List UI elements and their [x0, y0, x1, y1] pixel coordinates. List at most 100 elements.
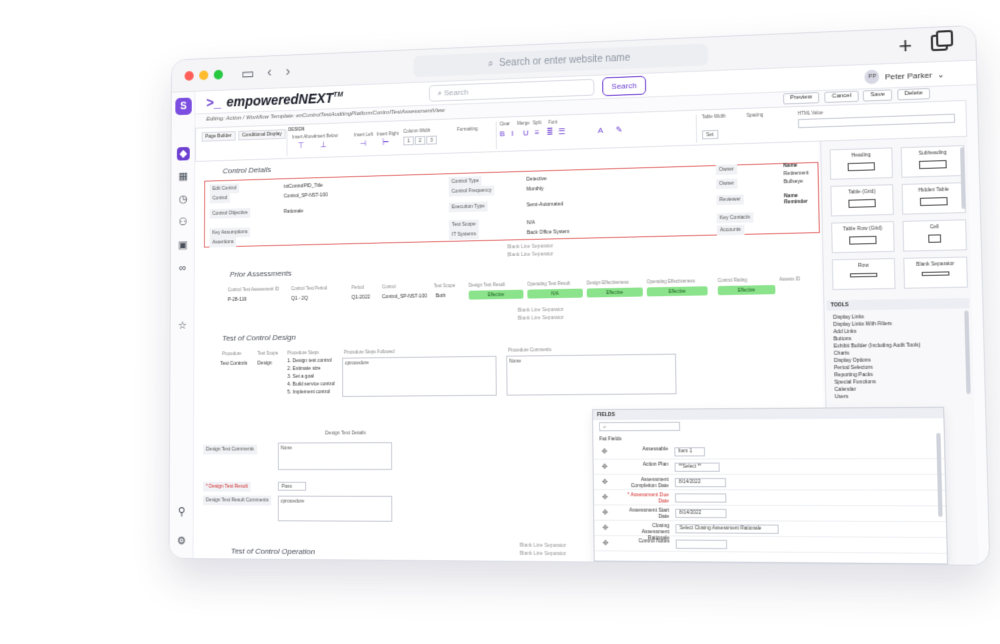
table-icon: [848, 199, 875, 208]
align-right-icon[interactable]: ☰: [558, 127, 565, 136]
tool-item[interactable]: Exhibit Builder (Including Audit Tools): [834, 342, 921, 349]
column-1-button[interactable]: 1: [403, 136, 413, 145]
field-row[interactable]: ✥ Assessment Start Date 8/14/2022: [594, 505, 946, 522]
html-value-input[interactable]: [798, 114, 955, 129]
align-center-icon[interactable]: ≣: [546, 128, 553, 137]
minimize-window-dot[interactable]: [199, 70, 208, 80]
widget-subheading[interactable]: Subheading: [901, 145, 965, 178]
field-row[interactable]: ✥ Action Plan **Select **: [594, 459, 945, 475]
sidebar-calendar-icon[interactable]: ▦: [177, 170, 190, 184]
delete-button[interactable]: Delete: [897, 88, 930, 100]
field-row[interactable]: ✥ Assessment Completion Date 8/14/2022: [594, 475, 945, 491]
field-row[interactable]: ✥ Assessable Item 1: [593, 443, 944, 459]
insert-right-icon[interactable]: ⊢: [382, 138, 389, 147]
user-menu[interactable]: PP Peter Parker ⌄: [865, 67, 945, 84]
procedure-comments-textarea[interactable]: None: [506, 354, 676, 396]
field-label: Edit Control: [210, 183, 240, 193]
far-right-name: Name: [783, 163, 797, 169]
field-row-value[interactable]: 8/14/2022: [675, 509, 726, 518]
widget-table-grid[interactable]: Table (Grid): [830, 184, 893, 216]
column-2-button[interactable]: 2: [415, 136, 425, 145]
design-test-result-comments-textarea[interactable]: cprocedure: [278, 496, 393, 522]
tool-item[interactable]: Buttons: [833, 336, 851, 342]
field-label: Control: [210, 193, 230, 203]
widget-cell[interactable]: Cell: [902, 219, 967, 251]
field-row-value[interactable]: **Select **: [675, 463, 720, 472]
drag-handle-icon[interactable]: ✥: [601, 447, 607, 455]
tab-page-builder[interactable]: Page Builder: [202, 131, 236, 142]
sidebar-link-icon[interactable]: ∞: [176, 261, 189, 275]
search-button[interactable]: Search: [602, 76, 646, 96]
tool-item[interactable]: Charts: [834, 351, 850, 357]
bold-icon[interactable]: B: [500, 129, 505, 138]
tab-conditional-display[interactable]: Conditional Display: [238, 129, 285, 140]
tabs-overview-icon[interactable]: [931, 34, 948, 51]
column-3-button[interactable]: 3: [426, 136, 436, 145]
insert-above-icon[interactable]: ⊤: [298, 141, 305, 150]
search-input[interactable]: ⌕ Search: [429, 79, 595, 102]
tool-item[interactable]: Display Links: [833, 314, 864, 321]
set-width-button[interactable]: Set: [702, 130, 718, 140]
field-row-label: Control Notes: [625, 538, 670, 544]
tool-item[interactable]: Calendar: [834, 387, 855, 393]
underline-icon[interactable]: U: [523, 128, 529, 137]
sidebar-users-icon[interactable]: ⚇: [177, 215, 190, 229]
sidebar-toggle-icon[interactable]: ▭: [241, 65, 254, 83]
insert-left-icon[interactable]: ⊣: [360, 139, 367, 148]
tool-item[interactable]: Users: [835, 394, 849, 400]
field-row-value[interactable]: [676, 540, 728, 550]
tool-item[interactable]: Reporting Packs: [834, 372, 873, 379]
new-tab-icon[interactable]: +: [898, 33, 912, 60]
procedure-steps-followed-textarea[interactable]: cprocedure: [342, 356, 497, 397]
back-icon[interactable]: ‹: [267, 64, 272, 80]
widget-heading[interactable]: Heading: [830, 147, 893, 179]
cancel-button[interactable]: Cancel: [825, 91, 859, 103]
drag-handle-icon[interactable]: ✥: [602, 493, 608, 501]
field-row[interactable]: ✥ * Assessment Due Date: [594, 490, 946, 506]
widget-hidden-table[interactable]: Hidden Table: [902, 182, 966, 215]
sidebar-org-icon[interactable]: ⚲: [175, 505, 188, 519]
field-row[interactable]: ✥ Control Notes: [594, 536, 946, 554]
widget-row[interactable]: Row: [832, 258, 896, 290]
field-row-value[interactable]: 8/14/2022: [675, 478, 726, 487]
field-row-value[interactable]: Item 1: [674, 447, 705, 456]
drag-handle-icon[interactable]: ✥: [602, 478, 608, 486]
tool-item[interactable]: Period Selectors: [834, 365, 873, 372]
fields-search-input[interactable]: ⌕: [599, 422, 680, 432]
sidebar-star-icon[interactable]: ☆: [176, 319, 189, 333]
drag-handle-icon[interactable]: ✥: [602, 463, 608, 471]
tool-item[interactable]: Special Functions: [834, 379, 876, 386]
field-row-value[interactable]: [675, 493, 726, 502]
far-right-item: Bullseye: [784, 179, 804, 186]
drag-handle-icon[interactable]: ✥: [602, 524, 608, 532]
widget-blank-separator[interactable]: Blank Separator: [903, 257, 968, 289]
field-value: Control_SP-NST-100: [284, 192, 328, 199]
close-window-dot[interactable]: [185, 71, 194, 81]
tools-scrollbar[interactable]: [964, 310, 970, 394]
tool-item[interactable]: Display Links With Filters: [833, 321, 892, 328]
forward-icon[interactable]: ›: [286, 63, 291, 79]
design-test-result-select[interactable]: Pass: [278, 482, 306, 491]
sidebar-home-icon[interactable]: ◆: [177, 147, 190, 161]
preview-button[interactable]: Preview: [783, 92, 820, 104]
maximize-window-dot[interactable]: [214, 70, 223, 80]
field-row-value[interactable]: Select Closing Assessment Rationale: [675, 524, 778, 534]
highlight-icon[interactable]: ✎: [616, 125, 623, 134]
procedure-value: Test Controls: [220, 361, 247, 367]
text-color-icon[interactable]: A: [598, 126, 603, 135]
drag-handle-icon[interactable]: ✥: [603, 539, 609, 547]
separator-label: Blank Line Separator: [518, 307, 564, 314]
sidebar-folder-icon[interactable]: ▣: [176, 238, 189, 252]
sidebar-clock-icon[interactable]: ◷: [177, 193, 190, 207]
save-button[interactable]: Save: [863, 89, 892, 101]
widgets-scrollbar[interactable]: [960, 147, 966, 209]
sidebar-settings-icon[interactable]: ⚙: [175, 534, 188, 548]
insert-below-icon[interactable]: ⊥: [320, 140, 327, 149]
widget-table-row[interactable]: Table Row (Grid): [831, 221, 895, 253]
align-left-icon[interactable]: ≡: [535, 128, 540, 137]
italic-icon[interactable]: I: [511, 129, 513, 138]
design-test-comments-textarea[interactable]: None: [278, 442, 392, 470]
tool-item[interactable]: Add Links: [833, 329, 856, 335]
tool-item[interactable]: Display Options: [834, 357, 871, 364]
drag-handle-icon[interactable]: ✥: [602, 508, 608, 516]
